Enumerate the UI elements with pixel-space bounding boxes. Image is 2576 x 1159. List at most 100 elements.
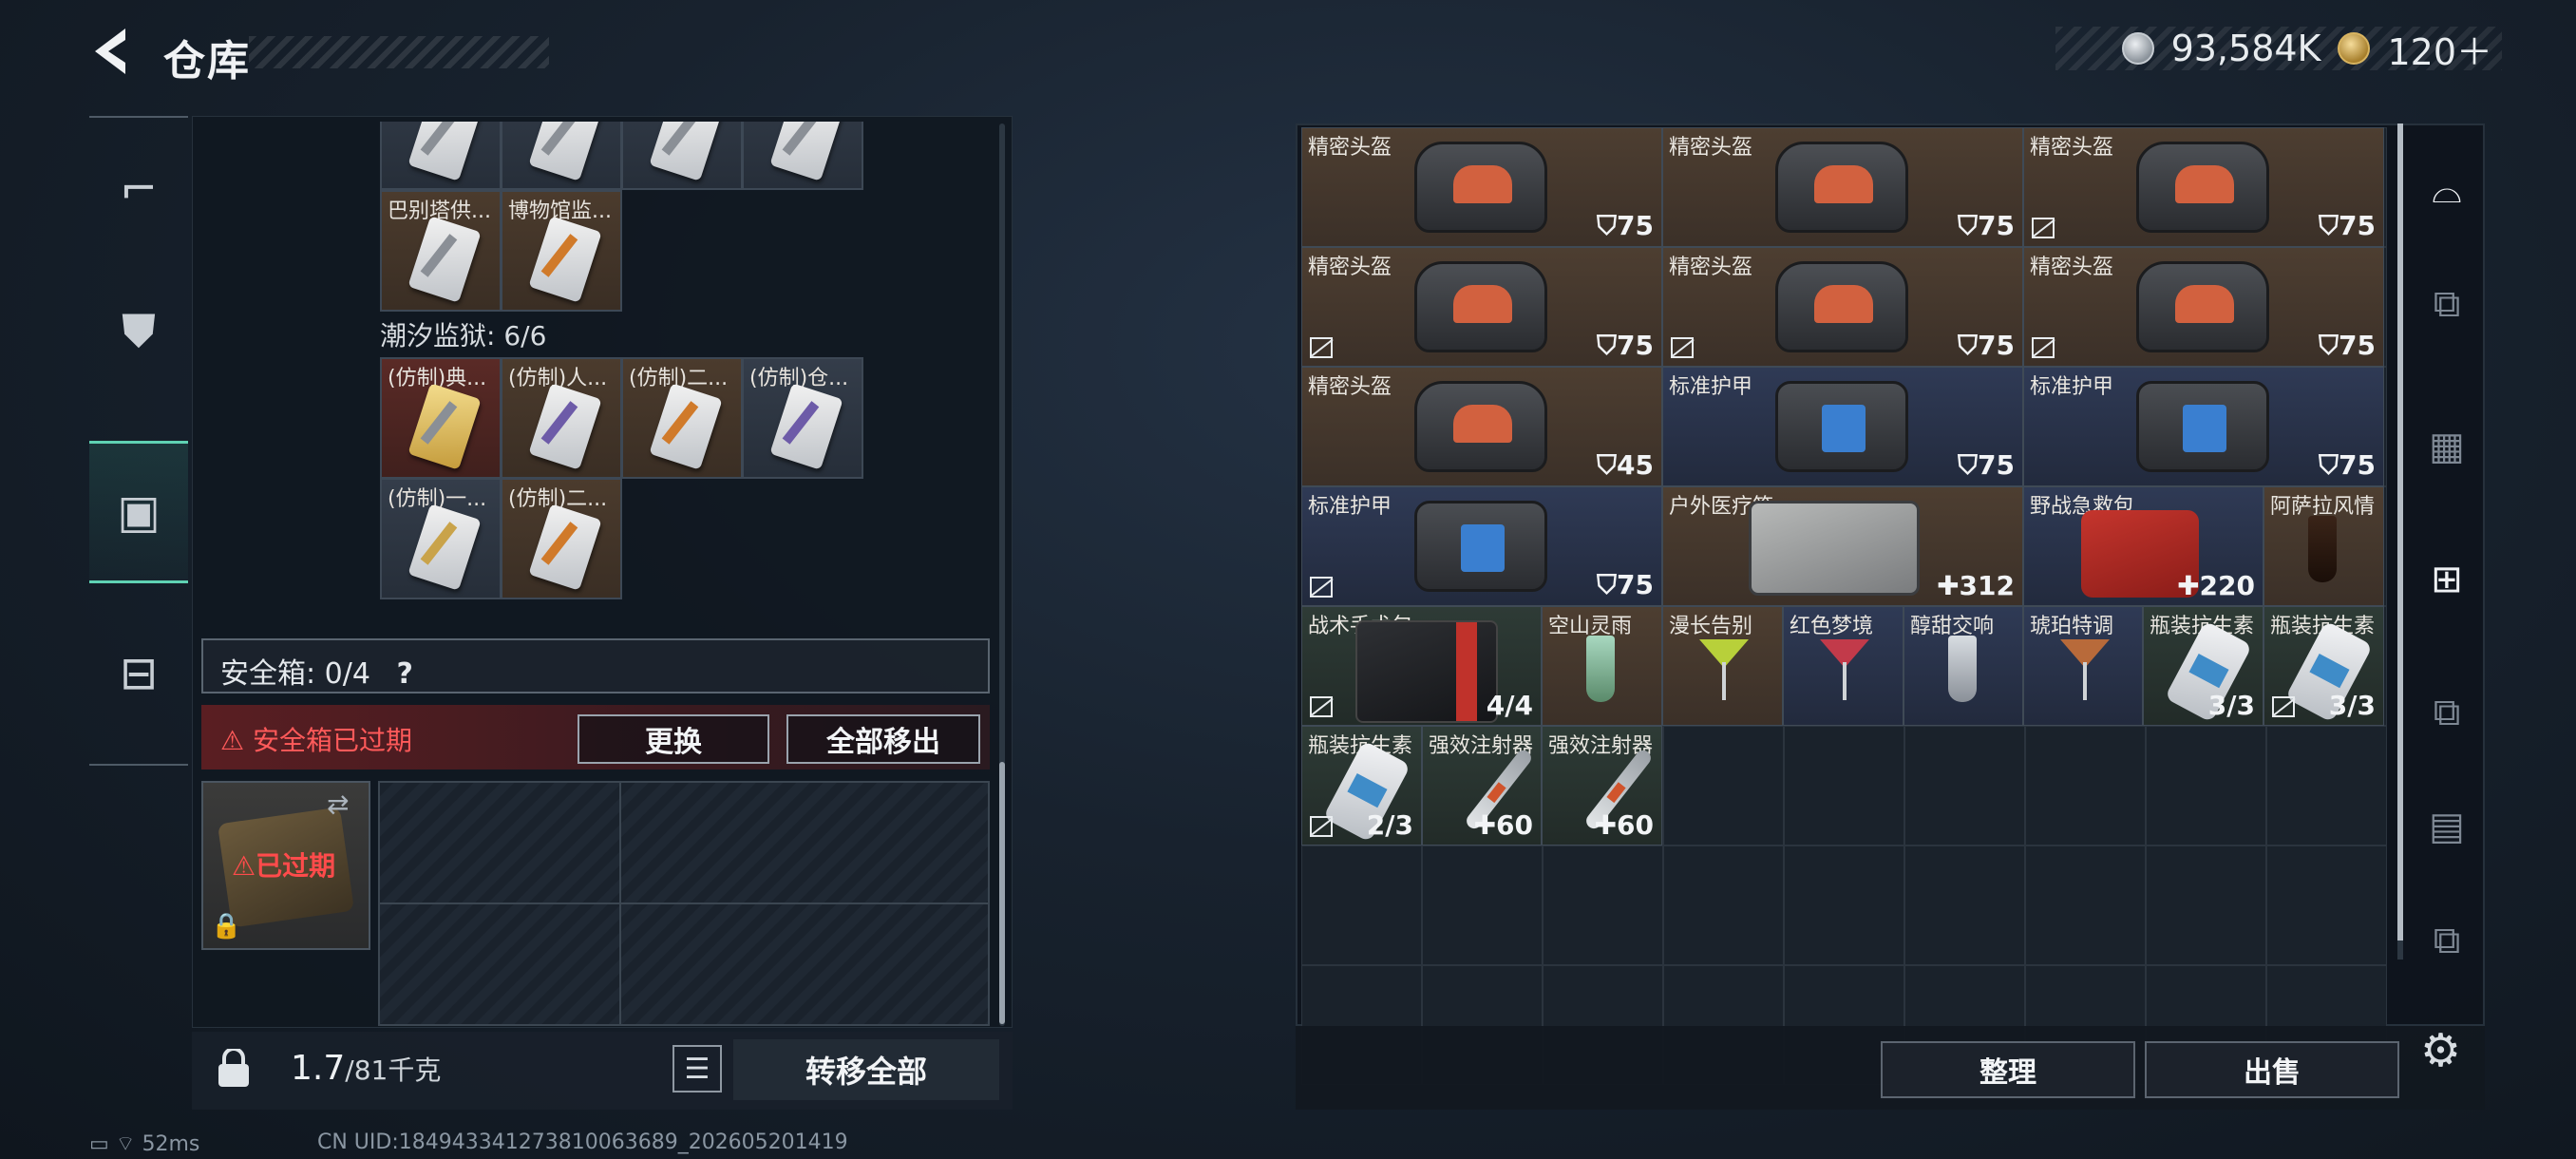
empty-slot[interactable] (2025, 726, 2146, 846)
empty-slot[interactable] (1422, 846, 1543, 965)
item-antibiotic[interactable]: 瓶装抗生素 2/3 (1301, 726, 1422, 846)
stash-cell[interactable] (742, 122, 863, 190)
item-helmet[interactable]: 精密头盔 ⛉75 (1301, 247, 1662, 367)
item-drink[interactable]: 红色梦境 (1783, 606, 1904, 726)
item-value: 4/4 (1486, 690, 1533, 721)
item-injector[interactable]: 强效注射器 ✚60 (1542, 726, 1662, 846)
nav-case-icon[interactable]: ⊟ (89, 602, 188, 745)
stash-cell[interactable]: 巴别塔供... (380, 190, 502, 312)
item-name: 琥珀特调 (2030, 615, 2114, 638)
item-antibiotic[interactable]: 瓶装抗生素 3/3 (2143, 606, 2263, 726)
section-label: 潮汐监狱: 6/6 (380, 320, 547, 352)
nav-backpack-icon[interactable]: ▣ (89, 441, 188, 583)
nav-camera-iv-icon[interactable]: ⧉ (2409, 656, 2485, 770)
item-value: ⛉75 (2319, 330, 2376, 361)
item-drink[interactable]: 琥珀特调 (2023, 606, 2143, 726)
empty-slot[interactable] (1663, 726, 1784, 846)
stash-cell[interactable]: (仿制)二... (621, 357, 743, 479)
nav-folder-iv-icon[interactable]: ▤ (2409, 770, 2485, 884)
stash-cell[interactable]: (仿制)二... (501, 478, 622, 599)
move-all-button[interactable]: 转移全部 (733, 1039, 999, 1100)
item-antibiotic[interactable]: 瓶装抗生素 3/3 (2263, 606, 2384, 726)
item-helmet[interactable]: 精密头盔 ⛉75 (1662, 127, 2023, 247)
item-surgery-kit[interactable]: 战术手术包 4/4 (1301, 606, 1542, 726)
nav-map-icon[interactable]: ▦ (2409, 390, 2485, 504)
empty-slot[interactable] (2266, 846, 2387, 965)
move-out-all-button[interactable]: 全部移出 (786, 714, 980, 764)
item-helmet[interactable]: 精密头盔 ⛉75 (1662, 247, 2023, 367)
left-scroll-thumb[interactable] (999, 762, 1005, 1024)
nav-medic-iv-icon[interactable]: ⊞ (2409, 522, 2485, 636)
replace-button[interactable]: 更换 (578, 714, 769, 764)
item-drink[interactable]: 漫长告别 (1662, 606, 1783, 726)
swap-icon[interactable]: ⇄ (327, 788, 349, 820)
item-firstaid[interactable]: 野战急救包 ✚220 (2023, 486, 2263, 606)
empty-slot[interactable] (2146, 726, 2266, 846)
empty-slot[interactable] (1784, 846, 1904, 965)
stash-cell[interactable]: (仿制)典... (380, 357, 502, 479)
empty-slot[interactable] (1904, 726, 2025, 846)
item-vest[interactable]: 标准护甲 ⛉75 (1301, 486, 1662, 606)
item-value: ⛉75 (1597, 569, 1654, 600)
status-bar: ▭ ⌔ 52ms (89, 1132, 200, 1156)
safebox-grid[interactable] (378, 781, 990, 1026)
item-vest[interactable]: 标准护甲 ⛉75 (2023, 367, 2384, 486)
empty-slot[interactable] (1543, 846, 1663, 965)
help-icon[interactable]: ? (396, 657, 412, 691)
empty-slot[interactable] (1784, 726, 1904, 846)
stash-cell[interactable] (501, 122, 622, 190)
item-vest[interactable]: 标准护甲 ⛉75 (1662, 367, 2023, 486)
nav-case-iv-icon[interactable]: ⧉ (2409, 884, 2485, 998)
gear-icon[interactable]: ⚙ (2420, 1024, 2461, 1077)
stash-cell[interactable] (621, 122, 743, 190)
nav-weapon-icon[interactable]: ⌐ (89, 118, 188, 260)
empty-slot[interactable] (2266, 726, 2387, 846)
back-arrow-icon[interactable] (87, 25, 135, 78)
item-value: ⛉75 (2319, 210, 2376, 241)
stash-cell[interactable]: 博物馆监... (501, 190, 622, 312)
weight-value: 1.7 (291, 1049, 346, 1088)
nav-helmet-icon[interactable]: ⌓ (2409, 133, 2485, 247)
uid-text: CN UID:1849433412738100636​89_2026052014… (317, 1130, 848, 1154)
item-injector[interactable]: 强效注射器 ✚60 (1422, 726, 1542, 846)
item-helmet[interactable]: 精密头盔 ⛉75 (1301, 127, 1662, 247)
empty-slot[interactable] (2025, 846, 2146, 965)
empty-slot[interactable] (2146, 846, 2266, 965)
list-view-button[interactable]: ☰ (672, 1045, 722, 1092)
item-name: 精密头盔 (1308, 375, 1392, 399)
stash-cell[interactable]: (仿制)仓... (742, 357, 863, 479)
stash-cell[interactable] (380, 122, 502, 190)
item-drink[interactable]: 空山灵雨 (1542, 606, 1662, 726)
sell-button[interactable]: 出售 (2145, 1041, 2399, 1098)
list-icon: ☰ (684, 1052, 710, 1086)
item-value: ⛉75 (1958, 210, 2015, 241)
ping: 52ms (142, 1132, 200, 1156)
item-name: 标准护甲 (1308, 495, 1392, 519)
right-nav: ⌓ ⧉ ▦ ⊞ ⧉ ▤ ⧉ (2409, 124, 2485, 1016)
nav-armor-icon[interactable]: ⛊ (89, 260, 188, 403)
item-drink[interactable]: 醇甜交响 (1904, 606, 2023, 726)
item-helmet[interactable]: 精密头盔 ⛉75 (2023, 247, 2384, 367)
item-name: 精密头盔 (1669, 256, 1753, 279)
item-value: ⛉75 (1597, 210, 1654, 241)
stash-cell[interactable]: (仿制)一... (380, 478, 502, 599)
ticket-amount: 120＋ (2387, 30, 2492, 73)
nav-gun-iv-icon[interactable]: ⧉ (2409, 247, 2485, 361)
safebox-label: 安全箱: 0/4 (220, 657, 370, 691)
item-helmet[interactable]: 精密头盔 ⛉75 (2023, 127, 2384, 247)
item-name: 精密头盔 (2030, 256, 2114, 279)
item-name: 标准护甲 (2030, 375, 2114, 399)
silver-coin-icon (2121, 32, 2154, 65)
item-drink[interactable]: 阿萨拉风情 (2263, 486, 2384, 606)
empty-slot[interactable] (1301, 846, 1422, 965)
empty-slot[interactable] (1904, 846, 2025, 965)
item-medkit[interactable]: 户外医疗箱 ✚312 (1662, 486, 2023, 606)
right-scroll-thumb[interactable] (2397, 124, 2403, 940)
stash-cell[interactable]: (仿制)人... (501, 357, 622, 479)
inventory-grid: 精密头盔 ⛉75 精密头盔 ⛉75 精密头盔 ⛉75 精密头盔 ⛉75 精密头盔… (1301, 127, 2387, 1085)
empty-slot[interactable] (1663, 846, 1784, 965)
sort-button[interactable]: 整理 (1881, 1041, 2135, 1098)
item-name: 漫长告别 (1669, 615, 1753, 638)
item-name: 精密头盔 (1669, 136, 1753, 160)
item-helmet[interactable]: 精密头盔 ⛉45 (1301, 367, 1662, 486)
